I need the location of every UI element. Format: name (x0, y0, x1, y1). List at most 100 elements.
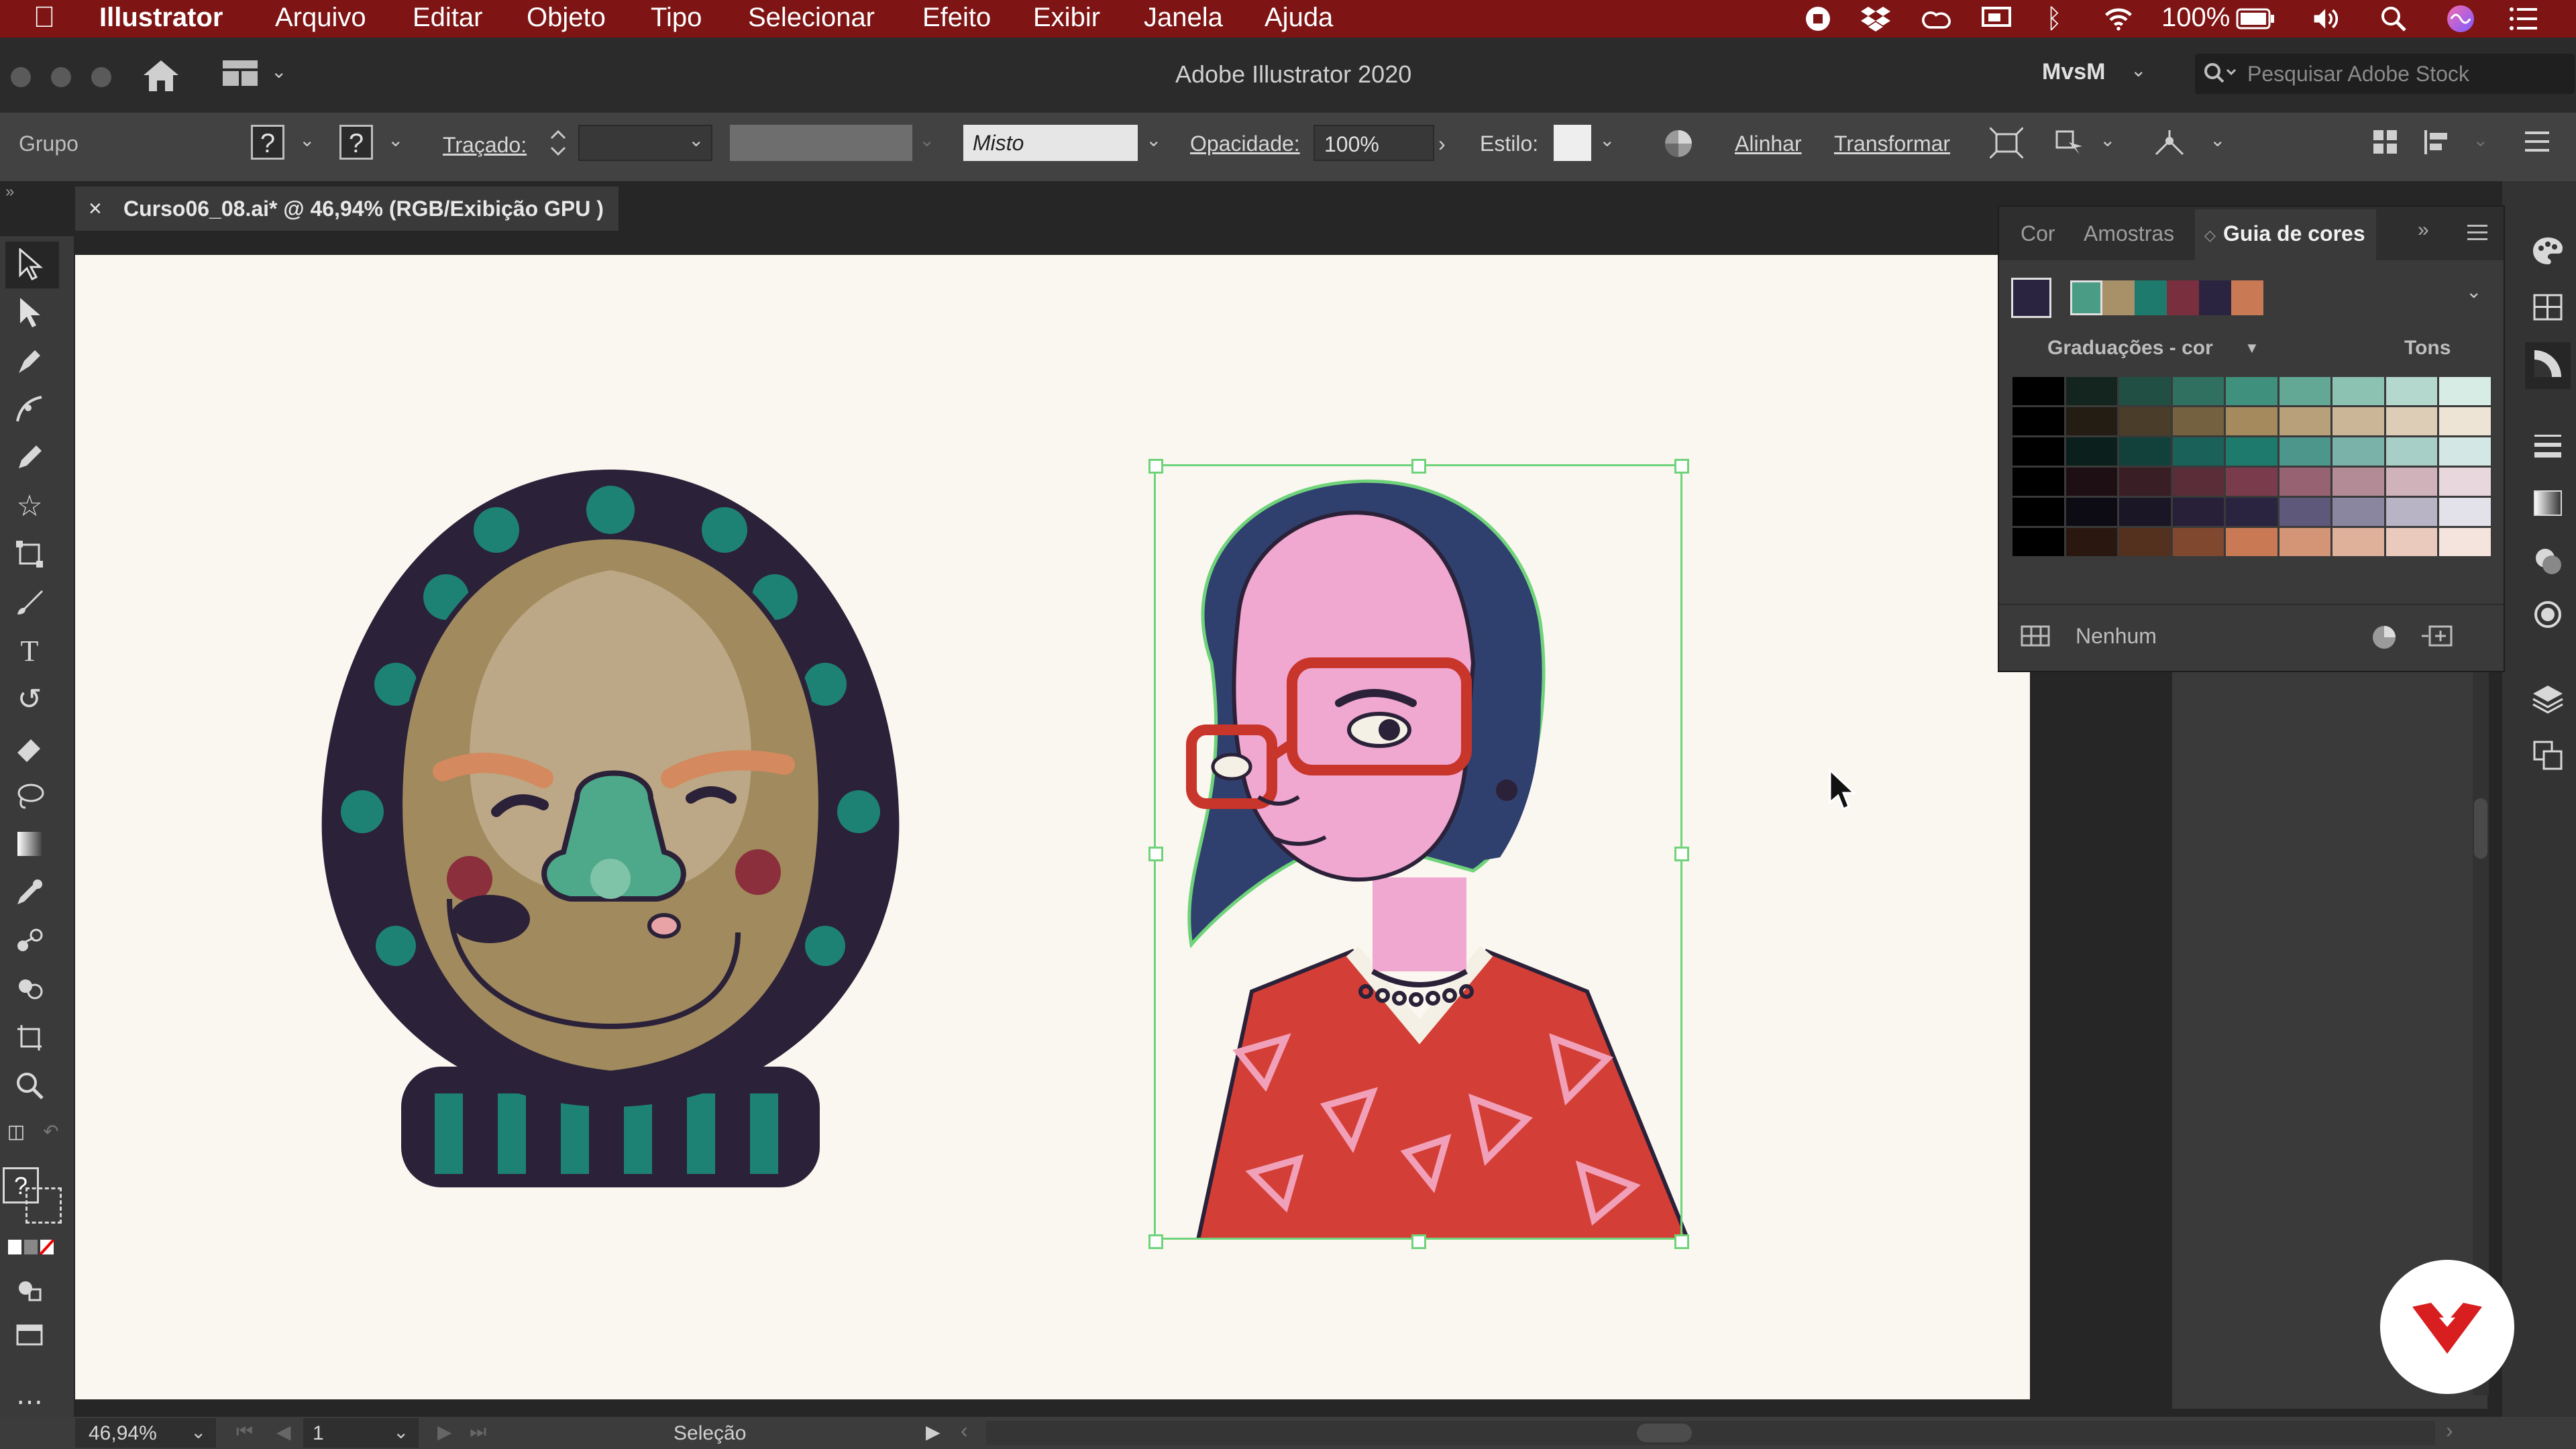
harmony-color-swatch[interactable] (2102, 280, 2135, 315)
color-variation-swatch[interactable] (2065, 437, 2118, 466)
menu-editar[interactable]: Editar (413, 3, 483, 33)
arrange-documents-icon[interactable] (223, 60, 258, 91)
harmony-colors-strip[interactable] (2070, 280, 2263, 315)
resize-handle[interactable] (1674, 459, 1689, 474)
battery-icon[interactable] (2235, 4, 2275, 34)
stroke-panel-icon[interactable] (2529, 427, 2567, 464)
color-variation-swatch[interactable] (2385, 498, 2438, 526)
swap-colors-icon[interactable]: ↶ (38, 1118, 64, 1144)
color-variation-swatch[interactable] (2065, 468, 2118, 496)
chevron-down-icon[interactable]: ⌄ (919, 129, 934, 151)
gradient-tool-icon[interactable] (9, 824, 50, 864)
color-variation-swatch[interactable] (2385, 377, 2438, 405)
chevron-down-icon[interactable]: ⌄ (2473, 129, 2488, 151)
scroll-right-icon[interactable]: › (2446, 1418, 2453, 1443)
color-variation-swatch[interactable] (2279, 528, 2331, 556)
chevron-down-icon[interactable]: ⌄ (191, 1421, 206, 1443)
workspace-switcher[interactable]: MvsM (2042, 59, 2105, 85)
color-variation-swatch[interactable] (2172, 377, 2224, 405)
layers-icon[interactable] (2529, 680, 2567, 718)
color-variation-swatch[interactable] (2385, 528, 2438, 556)
color-variation-swatch[interactable] (2172, 528, 2224, 556)
color-variation-swatch[interactable] (2226, 498, 2277, 526)
save-group-to-swatches-icon[interactable] (2420, 624, 2454, 651)
gradations-label[interactable]: Graduações - cor (2047, 337, 2213, 360)
close-window-button[interactable] (11, 67, 31, 87)
pencil-tool-icon[interactable] (9, 437, 50, 478)
apple-icon[interactable]:  (30, 1, 59, 34)
edit-toolbar-icon[interactable]: ⋯ (9, 1382, 50, 1422)
harmony-color-swatch[interactable] (2135, 280, 2167, 315)
color-variation-swatch[interactable] (2226, 468, 2277, 496)
chevron-down-icon[interactable]: ⌄ (271, 60, 286, 83)
zoom-field[interactable]: 46,94% ⌄ (75, 1418, 216, 1448)
gradient-panel-icon[interactable] (2529, 484, 2567, 522)
color-variation-swatch[interactable] (2439, 437, 2491, 466)
color-variation-swatch[interactable] (2065, 498, 2118, 526)
chevron-down-icon[interactable]: ⌄ (393, 1421, 409, 1443)
resize-handle[interactable] (1148, 847, 1163, 861)
brush-definition-field[interactable]: Misto (963, 125, 1138, 161)
color-variation-swatch[interactable] (2119, 528, 2171, 556)
drawing-mode-icon[interactable] (9, 1269, 50, 1309)
color-variation-swatch[interactable] (2226, 437, 2277, 466)
color-variation-swatch[interactable] (2012, 528, 2064, 556)
menu-efeito[interactable]: Efeito (922, 3, 991, 33)
stroke-swatch[interactable]: ? (339, 125, 373, 160)
chevron-down-icon[interactable]: ⌄ (2100, 129, 2115, 151)
record-icon[interactable] (1803, 4, 1833, 34)
align-link[interactable]: Alinhar (1735, 131, 1802, 156)
artboard-number-field[interactable]: 1 ⌄ (303, 1418, 419, 1448)
free-transform-tool-icon[interactable] (9, 534, 50, 574)
wifi-icon[interactable] (2104, 4, 2133, 34)
bluetooth-icon[interactable]: ᛒ (2039, 4, 2069, 34)
star-tool-icon[interactable]: ☆ (9, 486, 50, 526)
chevron-down-icon[interactable]: ⌄ (688, 129, 704, 151)
stroke-weight-stepper[interactable] (546, 125, 570, 161)
edit-colors-icon[interactable] (2371, 624, 2398, 654)
chevron-down-icon[interactable]: ⌄ (1146, 129, 1161, 151)
document-tab[interactable]: × Curso06_08.ai* @ 46,94% (RGB/Exibição … (75, 186, 619, 231)
screen-mode-icon[interactable] (9, 1315, 50, 1355)
harmony-rules-dropdown-icon[interactable]: ⌄ (2466, 280, 2481, 303)
color-variation-swatch[interactable] (2332, 498, 2384, 526)
color-variation-swatch[interactable] (2226, 528, 2277, 556)
transparency-icon[interactable] (2529, 542, 2567, 580)
arrange-grid-icon[interactable] (2372, 129, 2399, 159)
menu-tipo[interactable]: Tipo (651, 3, 702, 33)
color-variation-swatch[interactable] (2279, 377, 2331, 405)
curvature-tool-icon[interactable] (9, 389, 50, 429)
color-variation-swatch[interactable] (2332, 528, 2384, 556)
eraser-tool-icon[interactable] (9, 727, 50, 767)
resize-handle[interactable] (1411, 459, 1426, 474)
color-variation-swatch[interactable] (2439, 468, 2491, 496)
lasso-tool-icon[interactable] (9, 775, 50, 816)
default-colors-icon[interactable]: ◫ (3, 1118, 30, 1144)
color-variation-swatch[interactable] (2065, 377, 2118, 405)
color-variation-swatch[interactable] (2439, 528, 2491, 556)
color-variation-swatch[interactable] (2172, 437, 2224, 466)
color-variation-swatch[interactable] (2332, 468, 2384, 496)
dropbox-icon[interactable] (1861, 4, 1890, 34)
color-variation-swatch[interactable] (2012, 468, 2064, 496)
base-color-swatch[interactable] (2011, 278, 2051, 318)
rotate-tool-icon[interactable]: ↺ (9, 679, 50, 719)
zoom-window-button[interactable] (91, 67, 111, 87)
puppet-warp-icon[interactable] (2153, 127, 2187, 162)
blend-tool-icon[interactable] (9, 920, 50, 961)
chevron-down-icon[interactable]: ⌄ (2210, 129, 2225, 151)
artboards-panel-icon[interactable] (2529, 737, 2567, 774)
harmony-color-swatch[interactable] (2231, 280, 2263, 315)
color-variation-swatch[interactable] (2119, 377, 2171, 405)
selection-bounding-box[interactable] (1154, 464, 1682, 1240)
fill-swatch[interactable]: ? (251, 125, 284, 160)
color-variation-swatch[interactable] (2279, 407, 2331, 435)
color-variation-swatch[interactable] (2385, 407, 2438, 435)
harmony-color-swatch[interactable] (2199, 280, 2231, 315)
transform-link[interactable]: Transformar (1834, 131, 1950, 156)
artboard-tool-icon[interactable] (9, 1017, 50, 1057)
canvas-horizontal-scrollbar[interactable] (986, 1421, 2435, 1445)
tab-options-icon[interactable]: ◇ (2204, 227, 2216, 244)
color-variation-swatch[interactable] (2012, 407, 2064, 435)
resize-handle[interactable] (1411, 1234, 1426, 1249)
